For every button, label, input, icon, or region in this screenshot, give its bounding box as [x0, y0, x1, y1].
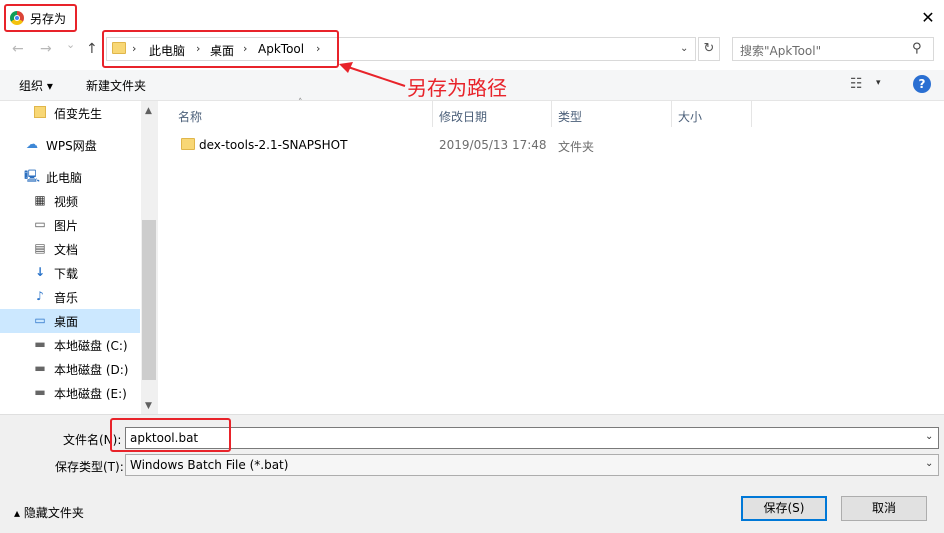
sidebar-item-label: WPS网盘	[46, 139, 97, 153]
scroll-down-icon[interactable]: ▼	[145, 401, 152, 411]
sidebar-item-label: 音乐	[54, 291, 79, 305]
search-placeholder: 搜索"ApkTool"	[740, 44, 822, 58]
sidebar-item-wps-cloud[interactable]: ☁ WPS网盘	[0, 133, 140, 157]
sidebar-item-music[interactable]: ♪ 音乐	[0, 285, 140, 309]
sidebar-item-label: 本地磁盘 (E:)	[54, 387, 127, 401]
sidebar-item-drive-c[interactable]: ▬ 本地磁盘 (C:)	[0, 333, 140, 357]
sidebar-item-label: 桌面	[54, 315, 79, 329]
scroll-up-icon[interactable]: ▲	[145, 106, 152, 116]
address-dropdown-icon[interactable]: ⌄	[680, 43, 688, 54]
sidebar-item-label: 视频	[54, 195, 79, 209]
drive-icon: ▬	[34, 385, 46, 399]
close-button[interactable]: ✕	[918, 8, 938, 28]
document-icon: ▤	[34, 241, 46, 255]
download-icon: ↓	[34, 265, 46, 279]
hide-folders-toggle[interactable]: ▴ 隐藏文件夹	[14, 504, 84, 521]
drive-icon: ▬	[34, 361, 46, 375]
filetype-value: Windows Batch File (*.bat)	[130, 458, 289, 472]
sidebar-item-pictures[interactable]: ▭ 图片	[0, 213, 140, 237]
sort-ascending-icon: ˄	[298, 98, 303, 108]
annotation-label: 另存为路径	[407, 76, 507, 100]
up-button[interactable]: ↑	[86, 41, 98, 57]
picture-icon: ▭	[34, 217, 46, 231]
file-type: 文件夹	[558, 140, 595, 154]
view-dropdown-icon[interactable]: ▾	[876, 78, 881, 88]
sidebar-item-downloads[interactable]: ↓ 下载	[0, 261, 140, 285]
computer-icon: 🖳	[24, 169, 41, 183]
filetype-dropdown-icon[interactable]: ⌄	[925, 458, 933, 469]
column-header-name[interactable]: 名称	[178, 108, 202, 125]
filename-dropdown-icon[interactable]: ⌄	[925, 431, 933, 442]
column-divider[interactable]	[751, 101, 752, 127]
column-header-type[interactable]: 类型	[558, 108, 582, 125]
new-folder-button[interactable]: 新建文件夹	[86, 77, 146, 94]
help-icon[interactable]: ?	[913, 75, 931, 93]
sidebar-item-label: 下载	[54, 267, 79, 281]
filename-input[interactable]	[125, 427, 939, 449]
filetype-label: 保存类型(T):	[55, 460, 124, 474]
save-button[interactable]: 保存(S)	[741, 496, 827, 521]
music-icon: ♪	[36, 289, 44, 303]
drive-icon: ▬	[34, 337, 46, 351]
annotation-path-highlight	[102, 30, 339, 68]
sidebar-item-label: 本地磁盘 (D:)	[54, 363, 129, 377]
desktop-icon: ▭	[34, 313, 46, 327]
sidebar-item-this-pc[interactable]: 🖳 此电脑	[0, 165, 140, 189]
sidebar-item-label: 本地磁盘 (C:)	[54, 339, 128, 353]
video-icon: ▦	[34, 193, 46, 207]
annotation-title-highlight	[4, 4, 77, 32]
view-options-icon[interactable]: ☷	[850, 76, 863, 92]
folder-icon	[181, 138, 195, 150]
sidebar-item-videos[interactable]: ▦ 视频	[0, 189, 140, 213]
sidebar-item-baibian[interactable]: 佰变先生	[0, 101, 140, 125]
cancel-button[interactable]: 取消	[841, 496, 927, 521]
scrollbar-thumb[interactable]	[142, 220, 156, 380]
back-button[interactable]: ←	[12, 41, 24, 57]
file-modified: 2019/05/13 17:48	[439, 138, 547, 152]
sidebar-item-drive-d[interactable]: ▬ 本地磁盘 (D:)	[0, 357, 140, 381]
column-divider[interactable]	[432, 101, 433, 127]
folder-icon	[34, 106, 46, 118]
column-divider[interactable]	[551, 101, 552, 127]
sidebar-item-label: 佰变先生	[54, 107, 103, 121]
column-divider[interactable]	[671, 101, 672, 127]
search-icon[interactable]: ⚲	[912, 41, 922, 56]
sidebar-item-documents[interactable]: ▤ 文档	[0, 237, 140, 261]
forward-button[interactable]: →	[40, 41, 52, 57]
column-header-modified[interactable]: 修改日期	[439, 108, 487, 125]
cloud-icon: ☁	[26, 137, 38, 151]
sidebar-item-label: 图片	[54, 219, 79, 233]
annotation-arrow	[339, 62, 406, 87]
sidebar-item-label: 文档	[54, 243, 79, 257]
file-name[interactable]: dex-tools-2.1-SNAPSHOT	[199, 138, 347, 152]
sidebar-item-drive-e[interactable]: ▬ 本地磁盘 (E:)	[0, 381, 140, 405]
refresh-button[interactable]: ↻	[698, 37, 720, 61]
sidebar-item-label: 此电脑	[46, 171, 83, 185]
organize-menu[interactable]: 组织 ▾	[19, 77, 53, 94]
recent-locations-button[interactable]: ⌄	[66, 38, 75, 51]
sidebar-item-desktop[interactable]: ▭ 桌面	[0, 309, 140, 333]
column-header-size[interactable]: 大小	[678, 108, 702, 125]
annotation-filename-highlight	[110, 418, 231, 452]
